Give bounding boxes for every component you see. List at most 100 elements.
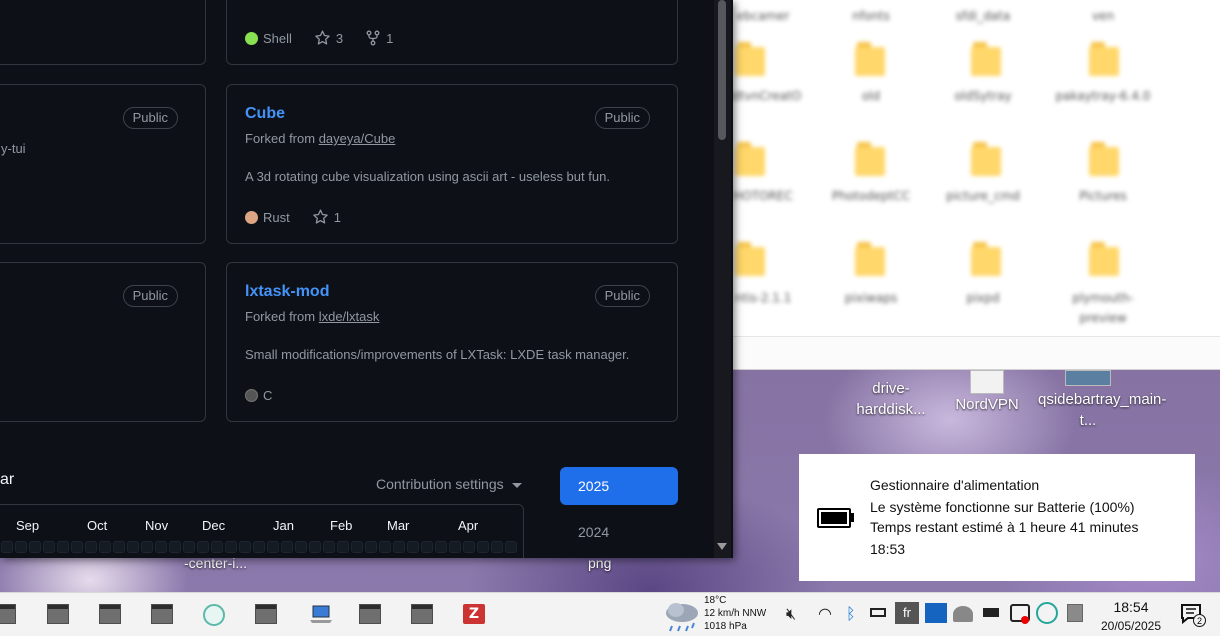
weather-readout[interactable]: 18°C 12 km/h NNW 1018 hPa <box>704 594 766 633</box>
contribution-cell[interactable] <box>407 541 419 553</box>
power-manager-notification[interactable]: Gestionnaire d'alimentation Le système f… <box>799 454 1195 581</box>
repo-card-cube[interactable]: Cube Public Forked from dayeya/Cube A 3d… <box>226 84 678 244</box>
contribution-cell[interactable] <box>351 541 363 553</box>
contribution-cell[interactable] <box>113 541 125 553</box>
repo-name-link[interactable]: Cube <box>245 105 285 123</box>
contribution-cell[interactable] <box>211 541 223 553</box>
contribution-cell[interactable] <box>169 541 181 553</box>
contribution-cell[interactable] <box>155 541 167 553</box>
contribution-cell[interactable] <box>85 541 97 553</box>
forked-source-link[interactable]: lxde/lxtask <box>319 309 380 324</box>
folder-icon[interactable] <box>855 42 885 76</box>
laptop-icon[interactable] <box>309 604 332 624</box>
battery-tray-icon[interactable] <box>870 608 886 617</box>
repo-name-link[interactable]: lxtask-mod <box>245 283 329 301</box>
repo-card[interactable]: Public <box>0 262 206 422</box>
contribution-cell[interactable] <box>421 541 433 553</box>
terminal-window-icon[interactable] <box>47 604 69 624</box>
file-explorer-window[interactable]: ebcamer nfonts sfdi_data ven ddtvnCreatO… <box>725 0 1220 370</box>
app-tray-icon[interactable] <box>1067 604 1083 622</box>
contribution-cell[interactable] <box>267 541 279 553</box>
year-link-2024[interactable]: 2024 <box>578 524 609 540</box>
terminal-window-icon[interactable] <box>99 604 121 624</box>
contribution-cell[interactable] <box>57 541 69 553</box>
repo-card[interactable] <box>0 0 206 65</box>
year-button-2025[interactable]: 2025 <box>560 467 678 505</box>
folder-icon[interactable] <box>971 142 1001 176</box>
contribution-cell[interactable] <box>71 541 83 553</box>
language-dot <box>245 210 258 224</box>
contribution-cell[interactable] <box>281 541 293 553</box>
contribution-cell[interactable] <box>463 541 475 553</box>
folder-icon[interactable] <box>971 42 1001 76</box>
folder-icon[interactable] <box>971 242 1001 276</box>
contribution-settings-dropdown[interactable]: Contribution settings <box>376 476 522 492</box>
contribution-cell[interactable] <box>337 541 349 553</box>
folder-icon[interactable] <box>1089 42 1119 76</box>
repo-card-lxtask[interactable]: lxtask-mod Public Forked from lxde/lxtas… <box>226 262 678 422</box>
stars-link[interactable]: 1 <box>312 209 341 225</box>
contribution-cell[interactable] <box>225 541 237 553</box>
contribution-cell[interactable] <box>477 541 489 553</box>
contribution-cell[interactable] <box>323 541 335 553</box>
desktop-icon-drive[interactable]: drive-harddisk... <box>846 378 936 420</box>
app-tray-icon[interactable] <box>925 603 947 623</box>
contribution-cell[interactable] <box>253 541 265 553</box>
contribution-cell[interactable] <box>449 541 461 553</box>
contribution-cell[interactable] <box>43 541 55 553</box>
desktop-icon-qsidebartray[interactable]: qsidebartray_main-t... <box>1038 370 1166 431</box>
folder-icon[interactable] <box>735 242 765 276</box>
contribution-cell[interactable] <box>505 541 517 553</box>
folder-icon[interactable] <box>855 142 885 176</box>
wifi-icon[interactable]: ◠ <box>818 604 832 623</box>
contribution-cell[interactable] <box>197 541 209 553</box>
terminal-window-icon[interactable] <box>151 604 173 624</box>
filezilla-icon[interactable]: Z <box>463 604 485 624</box>
network-drive-icon[interactable] <box>953 606 973 622</box>
folder-icon[interactable] <box>735 42 765 76</box>
contribution-cell[interactable] <box>295 541 307 553</box>
folder-icon[interactable] <box>1089 242 1119 276</box>
contribution-cell[interactable] <box>127 541 139 553</box>
battery-full-icon[interactable] <box>983 608 999 617</box>
forks-link[interactable]: 1 <box>365 30 393 46</box>
terminal-window-icon[interactable] <box>0 604 16 624</box>
stars-link[interactable]: 3 <box>314 30 343 46</box>
contribution-cell[interactable] <box>183 541 195 553</box>
vertical-scrollbar[interactable] <box>714 0 731 558</box>
contribution-cell[interactable] <box>309 541 321 553</box>
forked-source-link[interactable]: dayeya/Cube <box>319 131 396 146</box>
scroll-down-arrow-icon[interactable] <box>717 543 727 550</box>
terminal-window-icon[interactable] <box>411 604 433 624</box>
contribution-cell[interactable] <box>379 541 391 553</box>
folder-icon[interactable] <box>735 142 765 176</box>
contribution-cell[interactable] <box>29 541 41 553</box>
folder-icon[interactable] <box>1089 142 1119 176</box>
repo-card[interactable]: Public y-tui <box>0 84 206 244</box>
contribution-cell[interactable] <box>393 541 405 553</box>
folder-icon[interactable] <box>855 242 885 276</box>
browser-window-github[interactable]: Shell 3 1 Public y-tui Cube Public Forke… <box>0 0 733 558</box>
contribution-cell[interactable] <box>239 541 251 553</box>
notification-center-icon[interactable]: 2 <box>1180 603 1206 627</box>
taskbar-clock[interactable]: 18:54 20/05/2025 <box>1094 597 1168 635</box>
desktop-icon-nordvpn[interactable]: NordVPN <box>942 370 1032 415</box>
contribution-cell[interactable] <box>491 541 503 553</box>
scrollbar-thumb[interactable] <box>718 0 726 140</box>
language-indicator[interactable]: fr <box>895 602 919 624</box>
terminal-window-icon[interactable] <box>255 604 277 624</box>
contribution-cell[interactable] <box>141 541 153 553</box>
contribution-cell[interactable] <box>15 541 27 553</box>
contribution-cell[interactable] <box>365 541 377 553</box>
app-circle-icon[interactable] <box>203 604 225 626</box>
contribution-cell[interactable] <box>435 541 447 553</box>
fork-icon <box>366 30 380 46</box>
contribution-cell[interactable] <box>99 541 111 553</box>
bluetooth-icon[interactable]: ᛒ <box>846 604 856 623</box>
weather-rain-icon[interactable] <box>662 599 698 632</box>
sync-icon[interactable] <box>1036 602 1058 624</box>
repo-card[interactable]: Shell 3 1 <box>226 0 678 65</box>
contribution-cell[interactable] <box>1 541 13 553</box>
terminal-window-icon[interactable] <box>359 604 381 624</box>
speaker-muted-icon[interactable]: 🔇︎ <box>786 604 796 624</box>
